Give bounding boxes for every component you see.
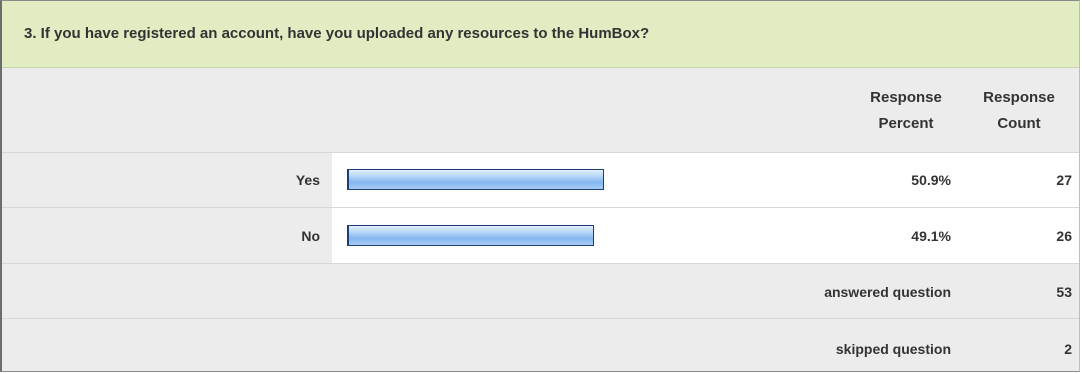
response-count-header-line1: Response bbox=[983, 89, 1055, 106]
answered-question-row: answered question 53 bbox=[2, 264, 1079, 319]
bar-category-label: No bbox=[301, 228, 320, 244]
table-row: No 49.1% 26 bbox=[2, 208, 1079, 264]
response-count-value: 27 bbox=[1056, 172, 1072, 188]
survey-question-panel: 3. If you have registered an account, ha… bbox=[0, 0, 1080, 372]
response-percent-header-line1: Response bbox=[870, 89, 942, 106]
table-row: Yes 50.9% 27 bbox=[2, 153, 1079, 208]
response-bar bbox=[347, 169, 604, 190]
response-count-header-line2: Count bbox=[997, 115, 1041, 132]
question-header: 3. If you have registered an account, ha… bbox=[2, 1, 1079, 68]
response-bar bbox=[347, 225, 594, 246]
skipped-question-row: skipped question 2 bbox=[2, 319, 1079, 371]
answered-question-label: answered question bbox=[824, 284, 951, 300]
response-percent-header-line2: Percent bbox=[878, 115, 934, 132]
column-header-row: Response Percent Response Count bbox=[2, 68, 1079, 153]
response-percent-value: 50.9% bbox=[911, 172, 951, 188]
response-percent-value: 49.1% bbox=[911, 228, 951, 244]
skipped-question-label: skipped question bbox=[835, 341, 951, 357]
bar-category-label: Yes bbox=[295, 172, 320, 188]
response-count-value: 26 bbox=[1056, 228, 1072, 244]
response-count-header: Response Count bbox=[976, 85, 1062, 137]
skipped-question-value: 2 bbox=[1064, 341, 1072, 357]
question-title: 3. If you have registered an account, ha… bbox=[24, 25, 650, 42]
answered-question-value: 53 bbox=[1056, 284, 1072, 300]
response-percent-header: Response Percent bbox=[858, 85, 954, 137]
